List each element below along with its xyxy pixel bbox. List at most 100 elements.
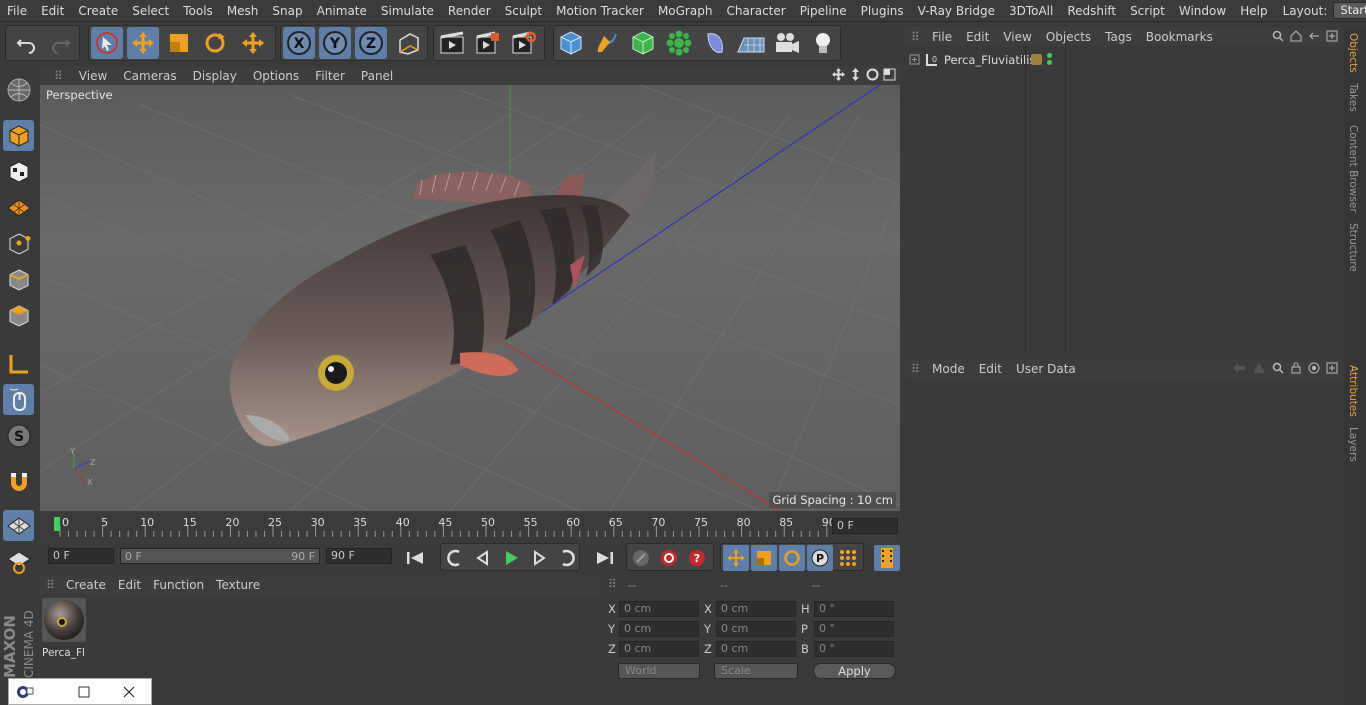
menu-pipeline[interactable]: Pipeline bbox=[793, 4, 854, 18]
render-picture-viewer-icon[interactable] bbox=[472, 27, 504, 59]
light-icon[interactable] bbox=[807, 27, 839, 59]
material-menu-create[interactable]: Create bbox=[60, 578, 112, 592]
current-frame-field[interactable]: 0 F bbox=[832, 518, 898, 534]
edges-mode-icon[interactable] bbox=[3, 264, 34, 295]
new-window-icon[interactable] bbox=[1326, 362, 1338, 374]
tab-layers[interactable]: Layers bbox=[1347, 427, 1359, 462]
menu-edit[interactable]: Edit bbox=[34, 4, 71, 18]
objects-menu-edit[interactable]: Edit bbox=[959, 30, 996, 44]
material-menu-function[interactable]: Function bbox=[147, 578, 210, 592]
y-axis-icon[interactable]: Y bbox=[319, 27, 351, 59]
key-pla-icon[interactable] bbox=[835, 545, 861, 571]
home-icon[interactable] bbox=[1290, 30, 1302, 42]
menu-plugins[interactable]: Plugins bbox=[854, 4, 911, 18]
menu-redshift[interactable]: Redshift bbox=[1060, 4, 1123, 18]
workplane-icon[interactable] bbox=[3, 192, 34, 223]
key-rotation-icon[interactable] bbox=[779, 545, 805, 571]
menu-vray-bridge[interactable]: V-Ray Bridge bbox=[911, 4, 1002, 18]
position-x-field[interactable]: 0 cm bbox=[619, 601, 699, 617]
viewport-menu-panel[interactable]: Panel bbox=[353, 69, 401, 83]
size-x-field[interactable]: 0 cm bbox=[716, 601, 796, 617]
cube-icon[interactable] bbox=[555, 27, 587, 59]
objects-menu-tags[interactable]: Tags bbox=[1098, 30, 1139, 44]
snap-magnet-icon[interactable] bbox=[3, 466, 34, 497]
search-icon[interactable] bbox=[1272, 362, 1284, 374]
size-z-field[interactable]: 0 cm bbox=[716, 641, 796, 657]
material-menu-edit[interactable]: Edit bbox=[112, 578, 147, 592]
key-scale-icon[interactable] bbox=[751, 545, 777, 571]
back-arrow-icon[interactable] bbox=[1232, 362, 1246, 374]
material-menu-texture[interactable]: Texture bbox=[210, 578, 266, 592]
deformer-icon[interactable] bbox=[699, 27, 731, 59]
playhead[interactable] bbox=[54, 517, 60, 531]
model-mode-icon[interactable] bbox=[3, 120, 34, 151]
menu-render[interactable]: Render bbox=[441, 4, 498, 18]
go-to-start-icon[interactable] bbox=[402, 545, 428, 571]
menu-file[interactable]: File bbox=[0, 4, 34, 18]
render-view-icon[interactable] bbox=[436, 27, 468, 59]
key-position-icon[interactable] bbox=[723, 545, 749, 571]
x-axis-icon[interactable]: X bbox=[283, 27, 315, 59]
transform-icon[interactable] bbox=[237, 27, 269, 59]
end-frame-field[interactable]: 90 F bbox=[326, 548, 392, 564]
expand-icon[interactable] bbox=[909, 54, 921, 66]
play-icon[interactable] bbox=[498, 545, 524, 571]
next-keyframe-icon[interactable] bbox=[554, 545, 580, 571]
frame-range-slider[interactable]: 0 F 90 F bbox=[120, 548, 320, 564]
objects-menu-file[interactable]: File bbox=[925, 30, 959, 44]
objects-menu-bookmarks[interactable]: Bookmarks bbox=[1139, 30, 1220, 44]
attributes-menu-edit[interactable]: Edit bbox=[972, 362, 1009, 376]
viewport-menu-display[interactable]: Display bbox=[185, 69, 245, 83]
start-frame-field[interactable]: 0 F bbox=[48, 548, 114, 564]
search-icon[interactable] bbox=[1272, 30, 1284, 42]
autokey-icon[interactable]: ? bbox=[684, 545, 710, 571]
position-z-field[interactable]: 0 cm bbox=[619, 641, 699, 657]
menu-script[interactable]: Script bbox=[1123, 4, 1172, 18]
workplane-align-icon[interactable] bbox=[3, 546, 34, 577]
z-axis-icon[interactable]: Z bbox=[355, 27, 387, 59]
editor-visibility-dot[interactable] bbox=[1047, 53, 1052, 58]
viewport-menu-cameras[interactable]: Cameras bbox=[115, 69, 184, 83]
previous-frame-icon[interactable] bbox=[470, 545, 496, 571]
attributes-menu-mode[interactable]: Mode bbox=[925, 362, 972, 376]
object-row[interactable]: 0 Perca_Fluviatilis bbox=[905, 51, 1035, 69]
new-window-icon[interactable] bbox=[1326, 30, 1338, 42]
viewport-menu-options[interactable]: Options bbox=[245, 69, 307, 83]
pan-view-icon[interactable] bbox=[832, 68, 845, 81]
timeline-ruler[interactable]: 0 5 10 15 20 25 30 35 40 45 50 55 60 65 70 75 80 85 90 0 F bbox=[40, 511, 900, 543]
rotate-icon[interactable] bbox=[199, 27, 231, 59]
close-icon[interactable] bbox=[123, 686, 135, 698]
size-mode-dropdown[interactable]: Scale bbox=[714, 663, 798, 679]
menu-motion-tracker[interactable]: Motion Tracker bbox=[549, 4, 651, 18]
menu-create[interactable]: Create bbox=[71, 4, 125, 18]
fish-model[interactable] bbox=[40, 85, 900, 511]
axis-mode-icon[interactable] bbox=[3, 348, 34, 379]
maximize-icon[interactable] bbox=[78, 686, 90, 698]
menu-sculpt[interactable]: Sculpt bbox=[498, 4, 549, 18]
maximize-view-icon[interactable] bbox=[883, 68, 896, 81]
viewport-menu-view[interactable]: View bbox=[71, 69, 115, 83]
camera-icon[interactable] bbox=[771, 27, 803, 59]
object-name[interactable]: Perca_Fluviatilis bbox=[944, 53, 1035, 67]
attributes-menu-user-data[interactable]: User Data bbox=[1009, 362, 1083, 376]
move-icon[interactable] bbox=[127, 27, 159, 59]
scale-icon[interactable] bbox=[163, 27, 195, 59]
menu-tools[interactable]: Tools bbox=[176, 4, 220, 18]
redo-icon[interactable] bbox=[45, 27, 77, 59]
cinema4d-app-icon[interactable] bbox=[15, 682, 35, 702]
target-icon[interactable] bbox=[1308, 362, 1320, 374]
record-disabled-icon[interactable] bbox=[628, 545, 654, 571]
timeline-window-icon[interactable] bbox=[874, 545, 900, 571]
menu-3dtoall[interactable]: 3DToAll bbox=[1002, 4, 1060, 18]
floor-icon[interactable] bbox=[735, 27, 767, 59]
menu-mograph[interactable]: MoGraph bbox=[651, 4, 720, 18]
tab-takes[interactable]: Takes bbox=[1347, 83, 1359, 112]
viewport-menu-filter[interactable]: Filter bbox=[307, 69, 353, 83]
tab-objects[interactable]: Objects bbox=[1347, 33, 1359, 73]
layer-color-swatch[interactable] bbox=[1031, 54, 1042, 65]
objects-menu-objects[interactable]: Objects bbox=[1039, 30, 1098, 44]
texture-mode-icon[interactable] bbox=[3, 156, 34, 187]
menu-snap[interactable]: Snap bbox=[265, 4, 309, 18]
menu-animate[interactable]: Animate bbox=[310, 4, 374, 18]
size-y-field[interactable]: 0 cm bbox=[716, 621, 796, 637]
